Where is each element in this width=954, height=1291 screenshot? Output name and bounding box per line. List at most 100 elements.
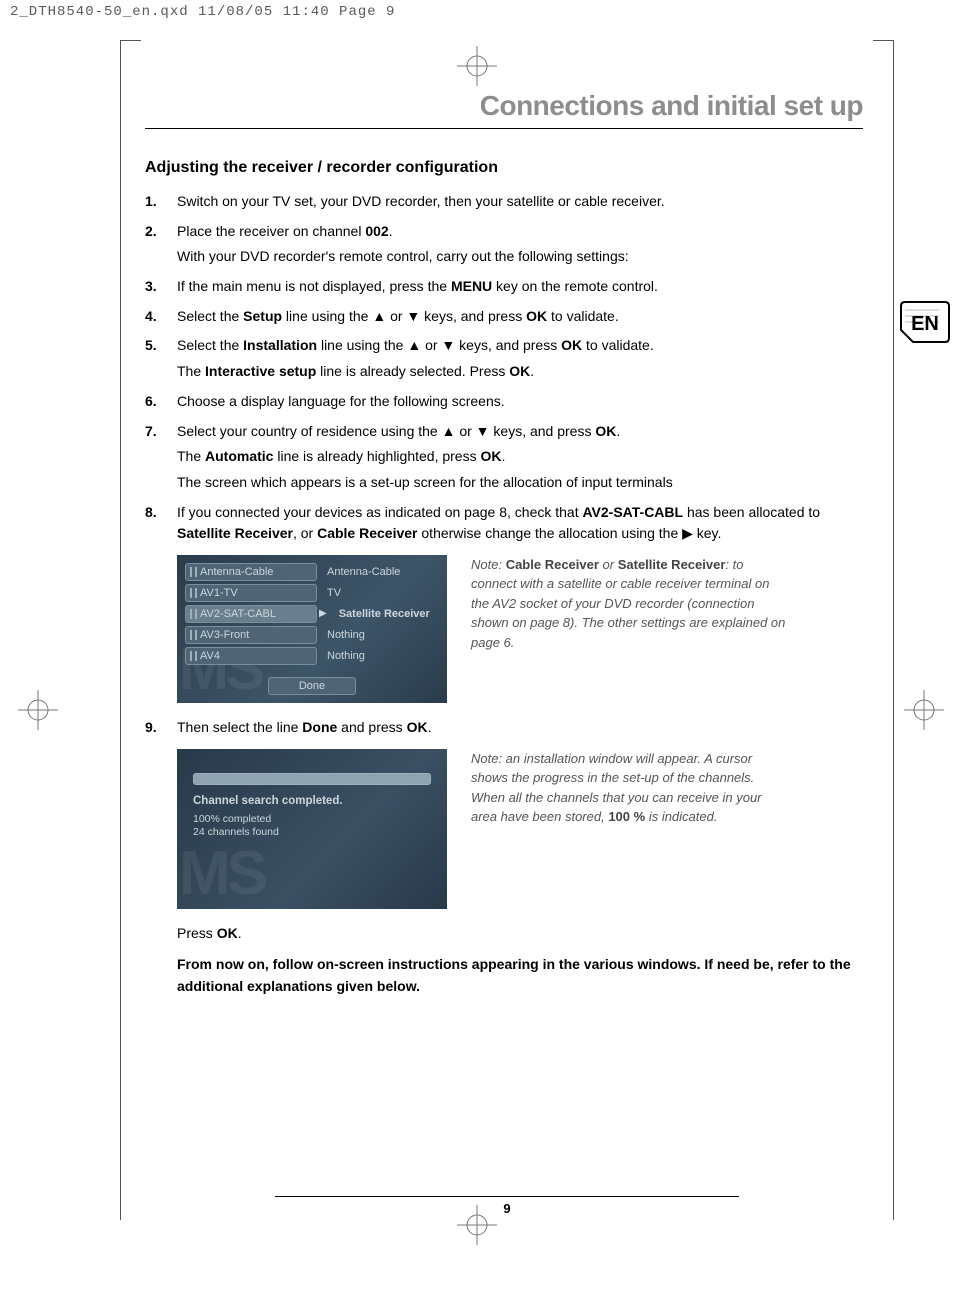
step-bold: Interactive setup (205, 363, 316, 379)
note-2: Note: an installation window will appear… (471, 749, 791, 827)
step-text: Then select the line (177, 719, 302, 735)
note-prefix: Note: (471, 557, 506, 572)
step-6: Choose a display language for the follow… (145, 391, 863, 413)
section-title: Adjusting the receiver / recorder config… (145, 159, 863, 177)
step-bold: OK (561, 337, 582, 353)
chapter-title: Connections and initial set up (145, 90, 863, 129)
alloc-label: AV3-Front (185, 626, 317, 644)
cropmark-left-icon (18, 690, 58, 735)
step-text: to validate. (547, 308, 619, 324)
alloc-value: Nothing (317, 629, 439, 641)
search-message: Channel search completed. (193, 795, 431, 807)
step-text: . (501, 448, 505, 464)
step-8: If you connected your devices as indicat… (145, 502, 863, 545)
closing-instruction: From now on, follow on-screen instructio… (177, 954, 863, 997)
step-bold: Installation (243, 337, 317, 353)
search-screenshot: MS Channel search completed. 100% comple… (177, 749, 447, 909)
step-text: . (428, 719, 432, 735)
play-icon: ▶ (317, 608, 329, 619)
alloc-row: Antenna-CableAntenna-Cable (185, 563, 439, 581)
step-7: Select your country of residence using t… (145, 421, 863, 494)
step-text: Select the (177, 308, 243, 324)
done-button-image: Done (268, 677, 356, 695)
step-bold: 002 (365, 223, 388, 239)
alloc-row: AV3-FrontNothing (185, 626, 439, 644)
alloc-value: TV (317, 587, 439, 599)
step-bold: OK (407, 719, 428, 735)
step-text: and press (337, 719, 406, 735)
step-text: If the main menu is not displayed, press… (177, 278, 451, 294)
note-1: Note: Cable Receiver or Satellite Receiv… (471, 555, 791, 653)
figure-row-2: MS Channel search completed. 100% comple… (177, 749, 863, 909)
step-text: . (238, 925, 242, 941)
cropmark-right-icon (904, 690, 944, 735)
step-1: Switch on your TV set, your DVD recorder… (145, 191, 863, 213)
alloc-value: Satellite Receiver (329, 608, 439, 620)
step-text: has been allocated to (683, 504, 820, 520)
step-bold: Setup (243, 308, 282, 324)
step-bold: Automatic (205, 448, 273, 464)
alloc-row: AV4Nothing (185, 647, 439, 665)
search-progress: 100% completed (193, 813, 431, 827)
step-text: The (177, 448, 205, 464)
press-ok: Press OK. (177, 923, 863, 945)
step-text: Select your country of residence using t… (177, 423, 595, 439)
step-bold: Done (302, 719, 337, 735)
step-text: With your DVD recorder's remote control,… (177, 246, 863, 268)
note-text: or (599, 557, 618, 572)
step-3: If the main menu is not displayed, press… (145, 276, 863, 298)
step-text: . (616, 423, 620, 439)
note-bold: Satellite Receiver (618, 557, 726, 572)
cropmark-bottom-icon (457, 1205, 497, 1250)
page-number: 9 (121, 1196, 893, 1216)
step-text: Place the receiver on channel (177, 223, 365, 239)
step-text: Switch on your TV set, your DVD recorder… (177, 193, 665, 209)
alloc-value: Nothing (317, 650, 439, 662)
note-bold: 100 % (608, 809, 645, 824)
step-2: Place the receiver on channel 002. With … (145, 221, 863, 268)
step-list-2: Then select the line Done and press OK. (145, 717, 863, 739)
step-text: Select the (177, 337, 243, 353)
step-bold: MENU (451, 278, 492, 294)
step-4: Select the Setup line using the ▲ or ▼ k… (145, 306, 863, 328)
allocation-screenshot: MS Antenna-CableAntenna-Cable AV1-TVTV A… (177, 555, 447, 703)
step-text: line is already selected. Press (316, 363, 509, 379)
alloc-label: AV2-SAT-CABL (185, 605, 317, 623)
step-text: key on the remote control. (492, 278, 658, 294)
step-bold: Cable Receiver (317, 525, 417, 541)
step-bold: OK (480, 448, 501, 464)
step-text: If you connected your devices as indicat… (177, 504, 582, 520)
alloc-label: AV1-TV (185, 584, 317, 602)
step-text: otherwise change the allocation using th… (418, 525, 722, 541)
step-bold: Satellite Receiver (177, 525, 293, 541)
step-text: line using the ▲ or ▼ keys, and press (317, 337, 561, 353)
step-bold: AV2-SAT-CABL (582, 504, 683, 520)
step-bold: OK (526, 308, 547, 324)
step-text: . (530, 363, 534, 379)
step-text: to validate. (582, 337, 654, 353)
alloc-label: Antenna-Cable (185, 563, 317, 581)
step-text: line is already highlighted, press (273, 448, 480, 464)
svg-text:EN: EN (911, 313, 939, 335)
alloc-label: AV4 (185, 647, 317, 665)
step-text: Choose a display language for the follow… (177, 393, 505, 409)
figure-row-1: MS Antenna-CableAntenna-Cable AV1-TVTV A… (177, 555, 863, 703)
language-badge: EN (899, 300, 947, 346)
step-list: Switch on your TV set, your DVD recorder… (145, 191, 863, 545)
step-text: The screen which appears is a set-up scr… (177, 472, 863, 494)
step-5: Select the Installation line using the ▲… (145, 335, 863, 382)
step-text: line using the ▲ or ▼ keys, and press (282, 308, 526, 324)
search-count: 24 channels found (193, 826, 431, 840)
note-bold: Cable Receiver (506, 557, 599, 572)
step-bold: OK (595, 423, 616, 439)
alloc-row: AV1-TVTV (185, 584, 439, 602)
step-bold: OK (509, 363, 530, 379)
step-text: . (389, 223, 393, 239)
step-text: Press (177, 925, 217, 941)
alloc-row-selected: AV2-SAT-CABL▶Satellite Receiver (185, 605, 439, 623)
note-text: is indicated. (645, 809, 717, 824)
step-text: , or (293, 525, 317, 541)
page-frame: EN Connections and initial set up Adjust… (120, 40, 894, 1220)
step-bold: OK (217, 925, 238, 941)
step-text: The (177, 363, 205, 379)
